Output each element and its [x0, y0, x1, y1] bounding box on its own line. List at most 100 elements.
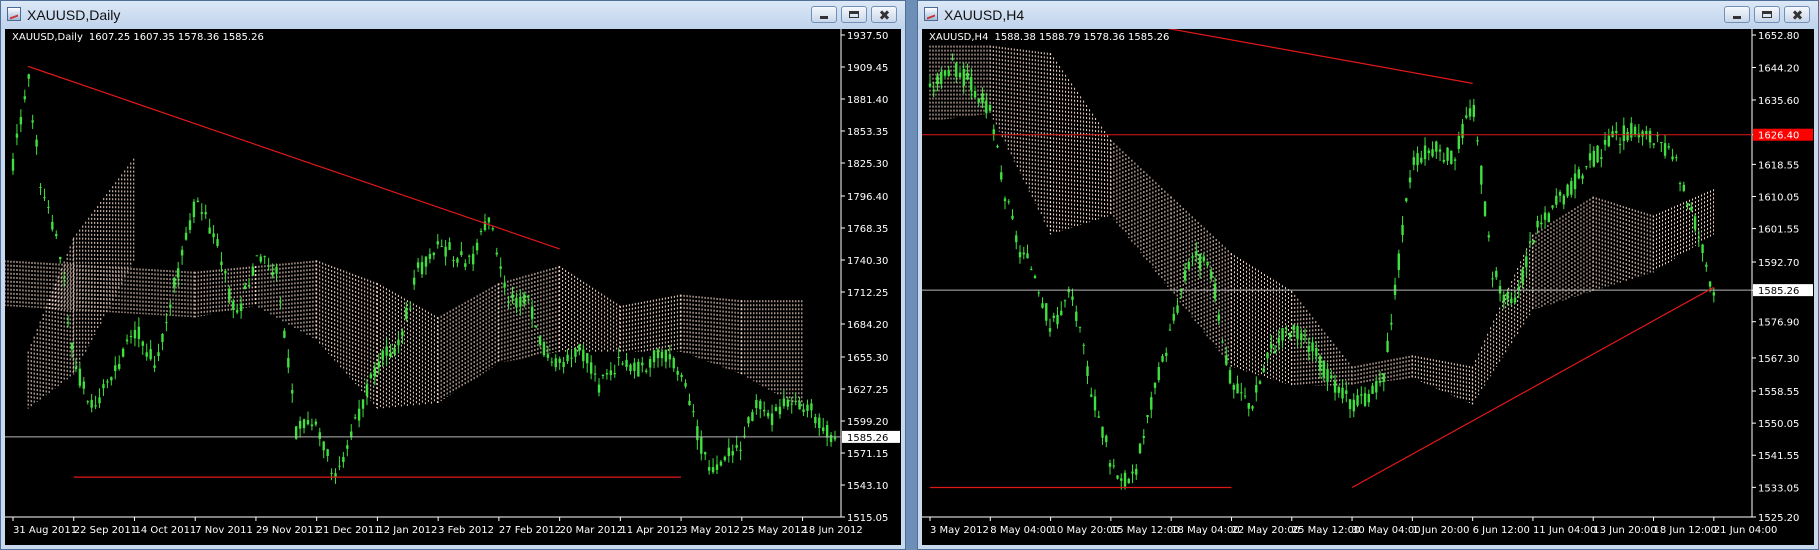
candle-body — [448, 242, 451, 250]
candle-body — [1521, 269, 1524, 284]
candle-body — [361, 399, 365, 409]
chart-window-h4[interactable]: XAUUSD,H4 1652.801644.201635.601626.4016… — [917, 0, 1819, 550]
candle-body — [558, 358, 561, 363]
candle-body — [1337, 386, 1340, 393]
candle-body — [1408, 177, 1412, 183]
candle-body — [1123, 472, 1127, 487]
candle-body — [759, 400, 762, 410]
candle-body — [1536, 220, 1539, 228]
chart-ohlc: 1607.25 1607.35 1578.36 1585.26 — [88, 32, 264, 43]
candle-body — [1438, 149, 1442, 152]
candle-body — [542, 341, 546, 356]
candle-body — [298, 420, 302, 429]
minimize-icon[interactable] — [1724, 6, 1750, 23]
candle-body — [1633, 126, 1637, 135]
candle-body — [334, 473, 337, 478]
candle-body — [405, 307, 408, 320]
candle-body — [1363, 393, 1367, 406]
candle-body — [117, 364, 121, 369]
candle-body — [554, 358, 557, 368]
candle-body — [1300, 333, 1303, 340]
candle-body — [1000, 172, 1003, 180]
y-tick-label: 1525.20 — [1758, 513, 1799, 524]
chart-window-icon — [924, 7, 938, 21]
x-tick-label: 18 Jun 2012 — [803, 525, 863, 536]
chart-plot: 1937.50 1909.45 1881.40 1853.35 1825.30 1796.… — [5, 29, 900, 536]
candle-body — [188, 220, 192, 230]
candle-body — [656, 349, 660, 359]
candle-body — [794, 401, 797, 403]
candle-body — [346, 445, 349, 449]
candle-body — [475, 242, 479, 251]
candle-body — [306, 420, 310, 425]
x-tick-label: 1 Jun 20:00 — [1412, 525, 1469, 536]
candle-body — [106, 381, 109, 383]
candle-body — [1011, 215, 1014, 219]
candle-body — [1487, 235, 1491, 238]
candle-body — [833, 437, 837, 440]
candle-body — [15, 133, 19, 138]
candle-body — [1626, 132, 1629, 141]
candle-body — [1067, 289, 1070, 293]
candle-body — [786, 399, 790, 407]
candle-body — [940, 72, 943, 85]
candle-body — [468, 255, 471, 257]
candle-body — [267, 265, 270, 267]
x-tick-label: 29 Nov 2011 — [256, 525, 320, 536]
candle-body — [263, 256, 266, 258]
candle-body — [1015, 235, 1018, 243]
title-bar[interactable]: XAUUSD,H4 — [918, 1, 1818, 29]
x-tick-label: 11 Apr 2012 — [620, 525, 682, 536]
price-chart[interactable]: 1937.50 1909.45 1881.40 1853.35 1825.30 1796.… — [5, 29, 901, 545]
candle-body — [1041, 303, 1044, 308]
candle-body — [1135, 468, 1138, 475]
candle-body — [676, 370, 679, 375]
close-icon[interactable] — [1784, 6, 1810, 23]
candle-body — [1390, 322, 1393, 325]
price-chart[interactable]: 1652.80 1644.20 1635.60 1626.40 1618.55 1610.… — [922, 29, 1814, 545]
maximize-icon[interactable] — [1754, 6, 1780, 23]
y-tick-label: 1853.35 — [847, 127, 888, 138]
chart-window-daily[interactable]: XAUUSD,Daily 1937.50 1909.45 1881.40 1853.3… — [0, 0, 906, 550]
candle-body — [1213, 283, 1217, 299]
y-tick-label: 1543.10 — [847, 481, 888, 492]
candle-body — [393, 347, 396, 355]
trendline — [1351, 286, 1715, 489]
candle-body — [1525, 256, 1528, 268]
minimize-icon[interactable] — [811, 6, 837, 23]
candle-body — [66, 322, 70, 324]
candle-body — [1412, 157, 1415, 165]
candle-body — [495, 252, 498, 255]
candle-body — [1105, 435, 1108, 443]
candle-body — [1600, 157, 1603, 159]
y-tick-label: 1684.20 — [847, 320, 888, 331]
candle-body — [432, 252, 436, 256]
candle-body — [1251, 406, 1254, 409]
candle-body — [932, 89, 935, 92]
y-tick-label: 1825.30 — [847, 159, 888, 170]
candle-body — [617, 357, 620, 359]
candle-body — [1101, 426, 1104, 438]
candle-body — [1262, 368, 1265, 373]
candle-body — [802, 409, 805, 412]
candle-body — [1513, 297, 1517, 303]
y-tick-label: 1652.80 — [1758, 31, 1799, 42]
candle-body — [110, 377, 113, 381]
candle-body — [1468, 108, 1472, 117]
candle-body — [1232, 384, 1235, 390]
candle-body — [1086, 366, 1089, 377]
title-bar[interactable]: XAUUSD,Daily — [1, 1, 905, 29]
maximize-icon[interactable] — [841, 6, 867, 23]
candle-body — [1078, 326, 1082, 328]
close-icon[interactable] — [871, 6, 897, 23]
x-tick-label: 14 Oct 2011 — [134, 525, 196, 536]
candle-body — [523, 294, 526, 304]
candle-body — [996, 145, 999, 148]
candle-body — [224, 271, 227, 274]
candle-body — [1333, 380, 1337, 393]
candle-body — [605, 373, 609, 375]
candle-body — [1352, 399, 1355, 412]
candle-body — [43, 197, 46, 199]
x-tick-label: 18 May 04:00 — [1171, 525, 1240, 536]
chart-ohlc: 1588.38 1588.79 1578.36 1585.26 — [994, 32, 1170, 43]
